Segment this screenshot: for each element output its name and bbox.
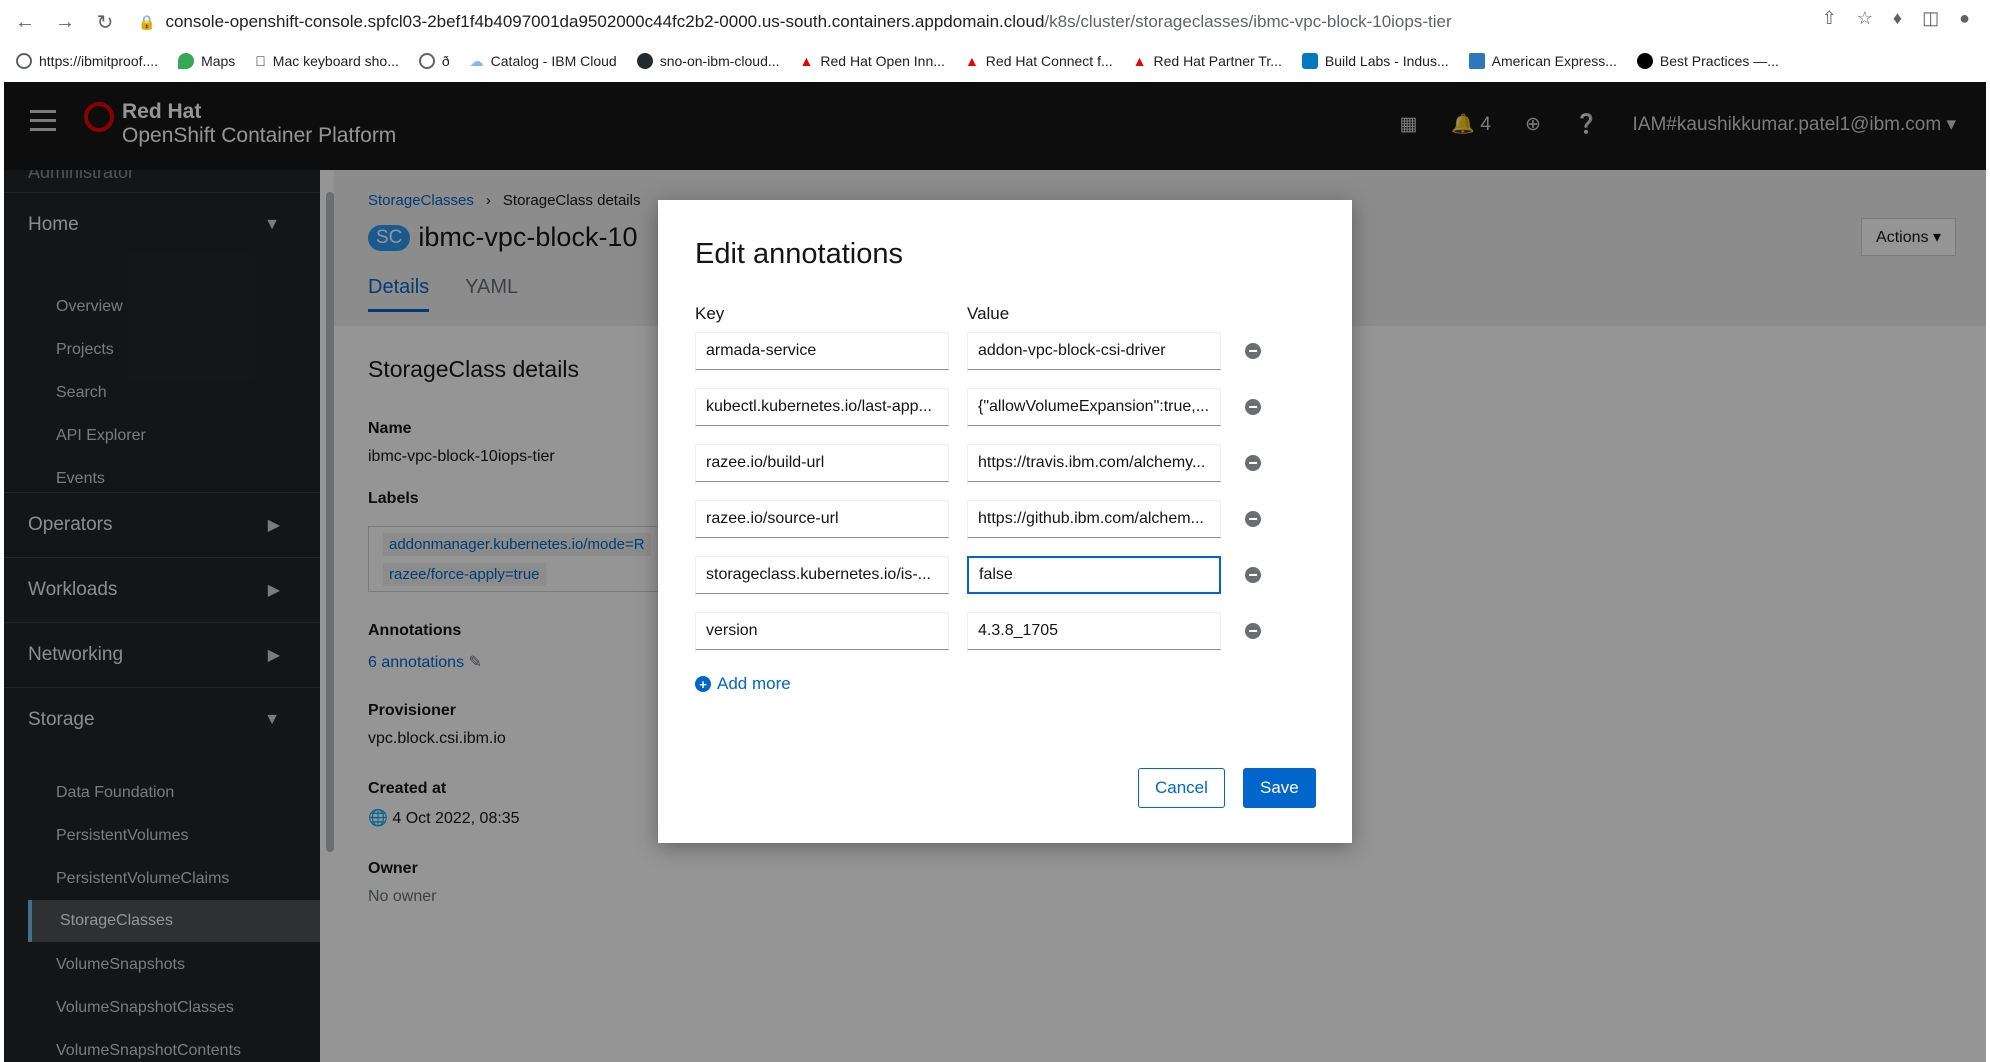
globe-icon (16, 53, 32, 69)
redhat-icon: ▲ (954, 53, 979, 69)
bookmark-label: Best Practices —... (1649, 53, 1779, 69)
star-icon[interactable]: ☆ (1857, 8, 1873, 29)
browser-toolbar: ← → ↻ 🔒 console-openshift-console.spfcl0… (0, 0, 1990, 44)
address-bar[interactable]: 🔒 console-openshift-console.spfcl03-2bef… (130, 6, 1830, 38)
side-panel-icon[interactable]: ◫ (1922, 8, 1939, 29)
bookmark-label: Red Hat Open Inn... (809, 53, 945, 69)
minus-circle-icon[interactable] (1245, 567, 1261, 583)
bookmarks-bar: https://ibmitproof.... Maps Mac keyboar… (0, 44, 1990, 78)
bookmark-label: Red Hat Connect f... (975, 53, 1113, 69)
plus-circle-icon: + (695, 676, 711, 692)
bookmark[interactable]: Maps (178, 53, 235, 69)
back-arrow-icon[interactable]: ← (10, 7, 40, 37)
bookmark[interactable]: ▲ Red Hat Open Inn... (800, 53, 945, 69)
bookmark[interactable]: Best Practices —... (1636, 53, 1779, 69)
bookmark-label: Red Hat Partner Tr... (1143, 53, 1282, 69)
a-circle-icon (1636, 53, 1653, 69)
url-host: console-openshift-console.spfcl03-2bef1f… (165, 12, 1045, 31)
profile-icon[interactable]: ● (1959, 8, 1970, 29)
bookmark-label: Mac keyboard sho... (262, 53, 399, 69)
save-button[interactable]: Save (1243, 768, 1316, 808)
browser-actions: ⇧ ☆ ♦ ◫ ● (1822, 8, 1970, 29)
bookmark-label: Maps (201, 53, 236, 69)
bookmark-label: https://ibmitproof.... (39, 53, 159, 69)
minus-circle-icon[interactable] (1245, 343, 1261, 359)
minus-circle-icon[interactable] (1245, 623, 1261, 639)
forward-arrow-icon[interactable]: → (50, 7, 80, 37)
annotation-row: razee.io/source-url https://github.ibm.c… (695, 500, 1285, 538)
bookmark[interactable]: Build Labs - Indus... (1301, 53, 1449, 69)
reload-icon[interactable]: ↻ (90, 7, 120, 37)
bookmark[interactable]: American Express... (1468, 53, 1617, 69)
bookmark[interactable]: ☁ Catalog - IBM Cloud (470, 53, 617, 70)
annotation-value-input[interactable]: https://travis.ibm.com/alchemy... (967, 444, 1221, 482)
redhat-icon: ▲ (789, 53, 814, 69)
annotation-key-input[interactable]: storageclass.kubernetes.io/is-... (695, 556, 949, 594)
annotation-row: version 4.3.8_1705 (695, 612, 1285, 650)
annotation-value-input[interactable]: false (967, 556, 1221, 594)
bookmark[interactable]: ▲ Red Hat Partner Tr... (1133, 53, 1282, 69)
annotation-row: kubectl.kubernetes.io/last-app... {"allo… (695, 388, 1285, 426)
minus-circle-icon[interactable] (1245, 511, 1261, 527)
trello-icon (1301, 53, 1318, 69)
bookmark[interactable]: ▲ Red Hat Connect f... (965, 53, 1113, 69)
bookmark[interactable]: https://ibmitproof.... (16, 53, 158, 69)
annotation-value-input[interactable]: addon-vpc-block-csi-driver (967, 332, 1221, 370)
annotation-row: armada-service addon-vpc-block-csi-drive… (695, 332, 1285, 370)
apple-icon:  (255, 53, 266, 69)
openshift-console: Red Hat OpenShift Container Platform ▦ 🔔… (4, 82, 1986, 1062)
annotation-key-input[interactable]: kubectl.kubernetes.io/last-app... (695, 388, 949, 426)
bookmark-label: Build Labs - Indus... (1314, 53, 1449, 69)
amex-icon (1468, 53, 1485, 69)
add-more-label: Add more (717, 674, 791, 693)
minus-circle-icon[interactable] (1245, 455, 1261, 471)
add-more-button[interactable]: + Add more (695, 674, 791, 694)
annotation-row: razee.io/build-url https://travis.ibm.co… (695, 444, 1285, 482)
github-icon (636, 53, 653, 69)
annotation-value-input[interactable]: {"allowVolumeExpansion":true,... (967, 388, 1221, 426)
bookmark-label: American Express... (1481, 53, 1617, 69)
annotation-key-input[interactable]: razee.io/build-url (695, 444, 949, 482)
cancel-button[interactable]: Cancel (1138, 768, 1225, 808)
annotation-value-input[interactable]: 4.3.8_1705 (967, 612, 1221, 650)
annotation-key-input[interactable]: armada-service (695, 332, 949, 370)
annotation-key-input[interactable]: version (695, 612, 949, 650)
modal-title: Edit annotations (695, 238, 903, 270)
share-icon[interactable]: ⇧ (1822, 8, 1837, 29)
edit-annotations-modal: Edit annotations Key Value armada-servic… (658, 200, 1352, 843)
cloud-icon: ☁ (459, 52, 484, 69)
annotation-value-input[interactable]: https://github.ibm.com/alchem... (967, 500, 1221, 538)
bookmark-label: sno-on-ibm-cloud... (649, 53, 780, 69)
map-pin-icon (178, 53, 195, 69)
url-path: /k8s/cluster/storageclasses/ibmc-vpc-blo… (1044, 12, 1452, 31)
redhat-icon: ▲ (1122, 53, 1147, 69)
key-column-header: Key (695, 304, 725, 323)
minus-circle-icon[interactable] (1245, 399, 1261, 415)
bookmark-label: Catalog - IBM Cloud (480, 53, 617, 69)
bookmark[interactable]: sno-on-ibm-cloud... (636, 53, 780, 69)
bookmark[interactable]: ð (418, 53, 450, 69)
value-column-header: Value (967, 304, 1010, 323)
bookmark[interactable]: Mac keyboard sho... (255, 53, 399, 69)
extensions-icon[interactable]: ♦ (1893, 8, 1902, 29)
annotation-key-input[interactable]: razee.io/source-url (695, 500, 949, 538)
annotation-row: storageclass.kubernetes.io/is-... false (695, 556, 1285, 594)
globe-icon (418, 53, 435, 69)
bookmark-label: ð (442, 53, 450, 69)
lock-icon: 🔒 (138, 13, 156, 30)
